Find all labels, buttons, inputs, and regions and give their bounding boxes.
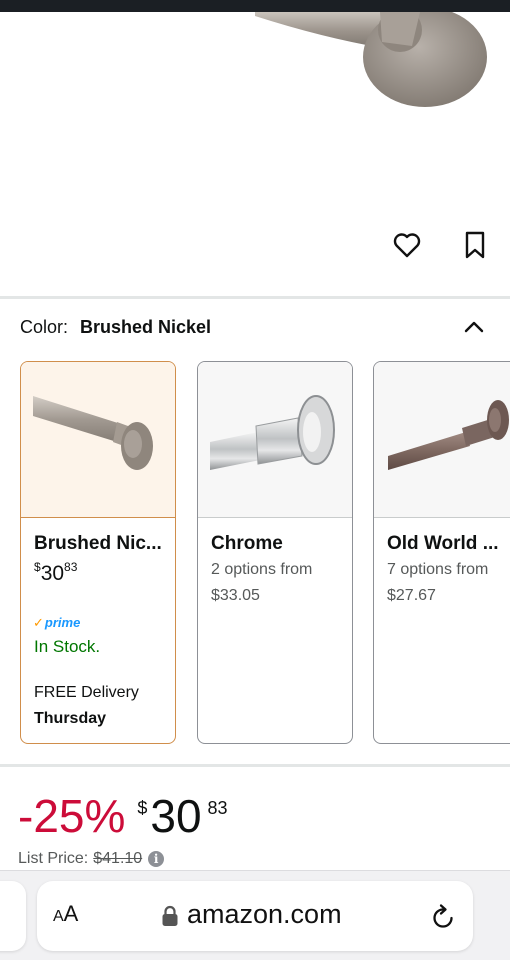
swatch-chrome[interactable]: Chrome 2 options from $33.05 — [197, 361, 353, 744]
swatch-old-world[interactable]: Old World ... 7 options from $27.67 — [373, 361, 510, 744]
previous-tab[interactable] — [0, 881, 26, 951]
color-label: Color: — [20, 316, 69, 337]
swatch-thumbnail — [374, 362, 510, 518]
list-price: List Price: $41.10 i — [18, 850, 165, 868]
chevron-up-icon — [464, 321, 484, 333]
browser-toolbar: AA amazon.com — [0, 870, 510, 960]
url-text: amazon.com — [187, 899, 342, 929]
price-block: -25% $30 83 — [18, 788, 228, 844]
swatch-image — [388, 400, 509, 470]
reload-icon[interactable] — [429, 903, 457, 931]
color-selector-header[interactable]: Color: Brushed Nickel — [20, 316, 490, 338]
status-strip — [0, 0, 510, 12]
swatch-options: 7 options from — [387, 561, 489, 578]
list-price-value: $41.10 — [93, 850, 143, 867]
collapse-button[interactable] — [462, 316, 486, 338]
price-currency: $ — [137, 798, 148, 818]
color-swatch-carousel[interactable]: Brushed Nic... $3083 ✓prime In Stock. FR… — [20, 361, 510, 745]
prime-check-icon: ✓ — [33, 615, 44, 630]
save-button[interactable] — [460, 230, 490, 260]
stock-status: In Stock. — [34, 637, 101, 656]
swatch-name: Chrome — [211, 533, 283, 554]
swatch-image — [210, 395, 335, 470]
bookmark-icon — [465, 231, 485, 259]
swatch-name: Brushed Nic... — [34, 533, 162, 554]
selected-color-value: Brushed Nickel — [80, 316, 212, 337]
prime-label: prime — [44, 615, 81, 630]
address-bar[interactable]: AA amazon.com — [37, 881, 473, 951]
price-whole: 30 — [150, 790, 202, 842]
heart-icon — [393, 233, 421, 258]
price-fraction: 83 — [64, 560, 78, 574]
swatch-price: $3083 — [34, 560, 77, 586]
delivery-day: Thursday — [34, 710, 107, 727]
delivery-label: FREE Delivery — [34, 684, 139, 701]
discount-percentage: -25% — [18, 790, 126, 842]
text-size-large-glyph: A — [63, 901, 79, 926]
current-price: $30 83 — [137, 788, 227, 844]
swatch-brushed-nickel[interactable]: Brushed Nic... $3083 ✓prime In Stock. FR… — [20, 361, 176, 744]
swatch-thumbnail — [198, 362, 352, 518]
price-fraction: 83 — [207, 798, 228, 818]
prime-badge: ✓prime — [33, 615, 80, 631]
swatch-from-price: $27.67 — [387, 587, 436, 604]
swatch-image — [33, 396, 153, 470]
product-image-area[interactable] — [0, 12, 510, 296]
section-divider — [0, 296, 510, 299]
price-currency: $ — [34, 560, 41, 574]
swatch-options: 2 options from — [211, 561, 313, 578]
swatch-name: Old World ... — [387, 533, 499, 554]
list-price-label: List Price: — [18, 850, 89, 867]
product-image — [255, 12, 487, 107]
swatch-thumbnail — [21, 362, 175, 518]
swatch-from-price: $33.05 — [211, 587, 260, 604]
text-size-small-glyph: A — [53, 908, 64, 925]
price-whole: 30 — [40, 562, 65, 585]
info-icon[interactable]: i — [148, 851, 165, 867]
section-divider — [0, 764, 510, 767]
wishlist-button[interactable] — [392, 230, 422, 260]
lock-icon — [162, 905, 178, 926]
text-size-button[interactable]: AA — [53, 901, 78, 927]
